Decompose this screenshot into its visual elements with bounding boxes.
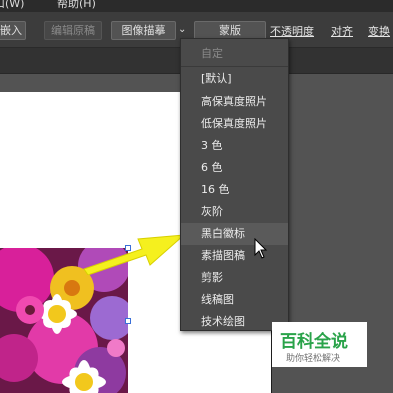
menu-bar: 口(W) 帮助(H) [0, 0, 393, 12]
image-trace-button[interactable]: 图像描摹 [111, 21, 176, 40]
chevron-down-icon[interactable]: ⌄ [178, 23, 186, 37]
trace-preset-dropdown: 自定 [默认] 高保真度照片 低保真度照片 3 色 6 色 16 色 灰阶 黑白… [180, 38, 289, 331]
menu-item-line-art[interactable]: 线稿图 [181, 289, 288, 311]
menu-item-black-and-white-logo[interactable]: 黑白徽标 [181, 223, 288, 245]
menu-item-custom: 自定 [201, 47, 223, 60]
menu-item-default[interactable]: [默认] [181, 68, 288, 90]
watermark-title: 百科全说 [280, 332, 348, 352]
menu-item-6-colors[interactable]: 6 色 [181, 157, 288, 179]
menu-item-grayscale[interactable]: 灰阶 [181, 201, 288, 223]
transform-link[interactable]: 变换 [368, 23, 390, 39]
mouse-cursor-icon [254, 238, 268, 259]
embed-button[interactable]: 嵌入 [0, 21, 26, 40]
menu-item-silhouettes[interactable]: 剪影 [181, 267, 288, 289]
align-link[interactable]: 对齐 [331, 23, 353, 39]
menu-item-high-fidelity-photo[interactable]: 高保真度照片 [181, 91, 288, 113]
selection-handle[interactable] [125, 318, 131, 324]
menu-separator [181, 66, 288, 67]
edit-original-button[interactable]: 编辑原稿 [44, 21, 102, 40]
menu-window[interactable]: 口(W) [0, 0, 24, 11]
menu-item-low-fidelity-photo[interactable]: 低保真度照片 [181, 113, 288, 135]
watermark-subtitle: 助你轻松解决 [286, 354, 341, 364]
menu-item-3-colors[interactable]: 3 色 [181, 135, 288, 157]
menu-help[interactable]: 帮助(H) [57, 0, 96, 11]
menu-item-sketched-art[interactable]: 素描图稿 [181, 245, 288, 267]
opacity-link[interactable]: 不透明度 [270, 23, 314, 39]
menu-item-16-colors[interactable]: 16 色 [181, 179, 288, 201]
annotation-arrow [83, 234, 186, 275]
watermark: 百科全说 助你轻松解决 [272, 322, 367, 367]
